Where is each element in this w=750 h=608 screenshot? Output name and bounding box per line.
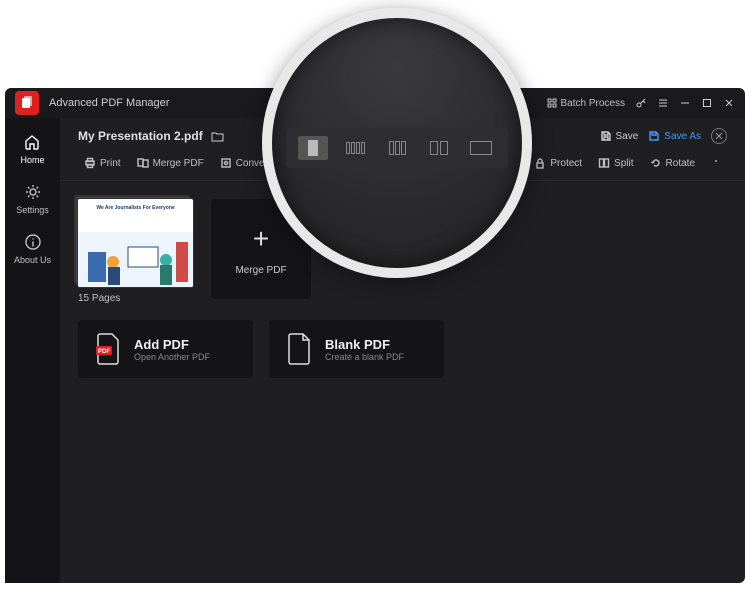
menu-button[interactable]	[657, 97, 669, 109]
minimize-button[interactable]	[679, 97, 691, 109]
key-icon[interactable]	[635, 97, 647, 109]
magnifier-overlay	[262, 8, 532, 278]
split-button[interactable]: Split	[592, 154, 639, 172]
rotate-button[interactable]: Rotate	[644, 154, 701, 172]
tool-label: Merge PDF	[153, 158, 204, 169]
plus-icon: +	[253, 223, 269, 255]
sidebar-item-settings[interactable]: Settings	[16, 183, 49, 215]
batch-process-button[interactable]: Batch Process	[547, 98, 625, 109]
merge-icon	[137, 157, 149, 169]
sidebar-item-home[interactable]: Home	[20, 133, 44, 165]
home-icon	[23, 133, 41, 151]
card-title: Add PDF	[134, 337, 210, 352]
convert-icon	[220, 157, 232, 169]
protect-button[interactable]: Protect	[528, 154, 588, 172]
tool-label: Split	[614, 158, 633, 169]
maximize-button[interactable]	[701, 97, 713, 109]
document-thumbnail: We Are Journalists For Everyone	[78, 199, 193, 287]
save-icon	[600, 130, 612, 142]
print-button[interactable]: Print	[78, 154, 127, 172]
toolbar-more-button[interactable]	[705, 157, 727, 170]
gear-icon	[24, 183, 42, 201]
close-document-button[interactable]	[711, 128, 727, 144]
batch-label: Batch Process	[561, 98, 625, 109]
view-mode-toolbar	[286, 128, 508, 168]
print-icon	[84, 157, 96, 169]
view-mode-two-up[interactable]	[424, 136, 454, 160]
sidebar-label: Settings	[16, 205, 49, 215]
sidebar: Home Settings About Us	[5, 118, 60, 583]
svg-text:PDF: PDF	[98, 349, 110, 355]
view-mode-single[interactable]	[298, 136, 328, 160]
info-icon	[24, 233, 42, 251]
merge-button[interactable]: Merge PDF	[131, 154, 210, 172]
save-as-label: Save As	[664, 131, 701, 142]
blank-file-icon	[285, 332, 313, 366]
merge-tile-label: Merge PDF	[235, 265, 286, 276]
sidebar-item-about[interactable]: About Us	[14, 233, 51, 265]
folder-open-icon[interactable]	[211, 129, 225, 143]
pages-count: 15 Pages	[78, 293, 193, 304]
save-as-icon	[648, 130, 660, 142]
thumb-headline: We Are Journalists For Everyone	[78, 205, 193, 211]
document-tile[interactable]: We Are Journalists For Everyone 15 Pages	[78, 199, 193, 304]
card-subtitle: Create a blank PDF	[325, 352, 404, 362]
lock-icon	[534, 157, 546, 169]
add-pdf-card[interactable]: PDF Add PDF Open Another PDF	[78, 320, 253, 378]
close-button[interactable]	[723, 97, 735, 109]
document-name: My Presentation 2.pdf	[78, 129, 203, 143]
card-subtitle: Open Another PDF	[134, 352, 210, 362]
tool-label: Rotate	[666, 158, 695, 169]
view-mode-four-up[interactable]	[340, 136, 370, 160]
tool-label: Protect	[550, 158, 582, 169]
chevron-down-icon	[711, 157, 721, 167]
save-button[interactable]: Save	[600, 130, 639, 142]
sidebar-label: About Us	[14, 255, 51, 265]
view-mode-three-up[interactable]	[382, 136, 412, 160]
rotate-icon	[650, 157, 662, 169]
save-as-button[interactable]: Save As	[648, 130, 701, 142]
pdf-file-icon: PDF	[94, 332, 122, 366]
split-icon	[598, 157, 610, 169]
thumbnail-illustration	[78, 232, 193, 287]
view-mode-wide[interactable]	[466, 136, 496, 160]
tool-label: Print	[100, 158, 121, 169]
save-label: Save	[616, 131, 639, 142]
app-logo	[15, 91, 39, 115]
sidebar-label: Home	[20, 155, 44, 165]
blank-pdf-card[interactable]: Blank PDF Create a blank PDF	[269, 320, 444, 378]
close-icon	[715, 132, 723, 140]
card-title: Blank PDF	[325, 337, 404, 352]
